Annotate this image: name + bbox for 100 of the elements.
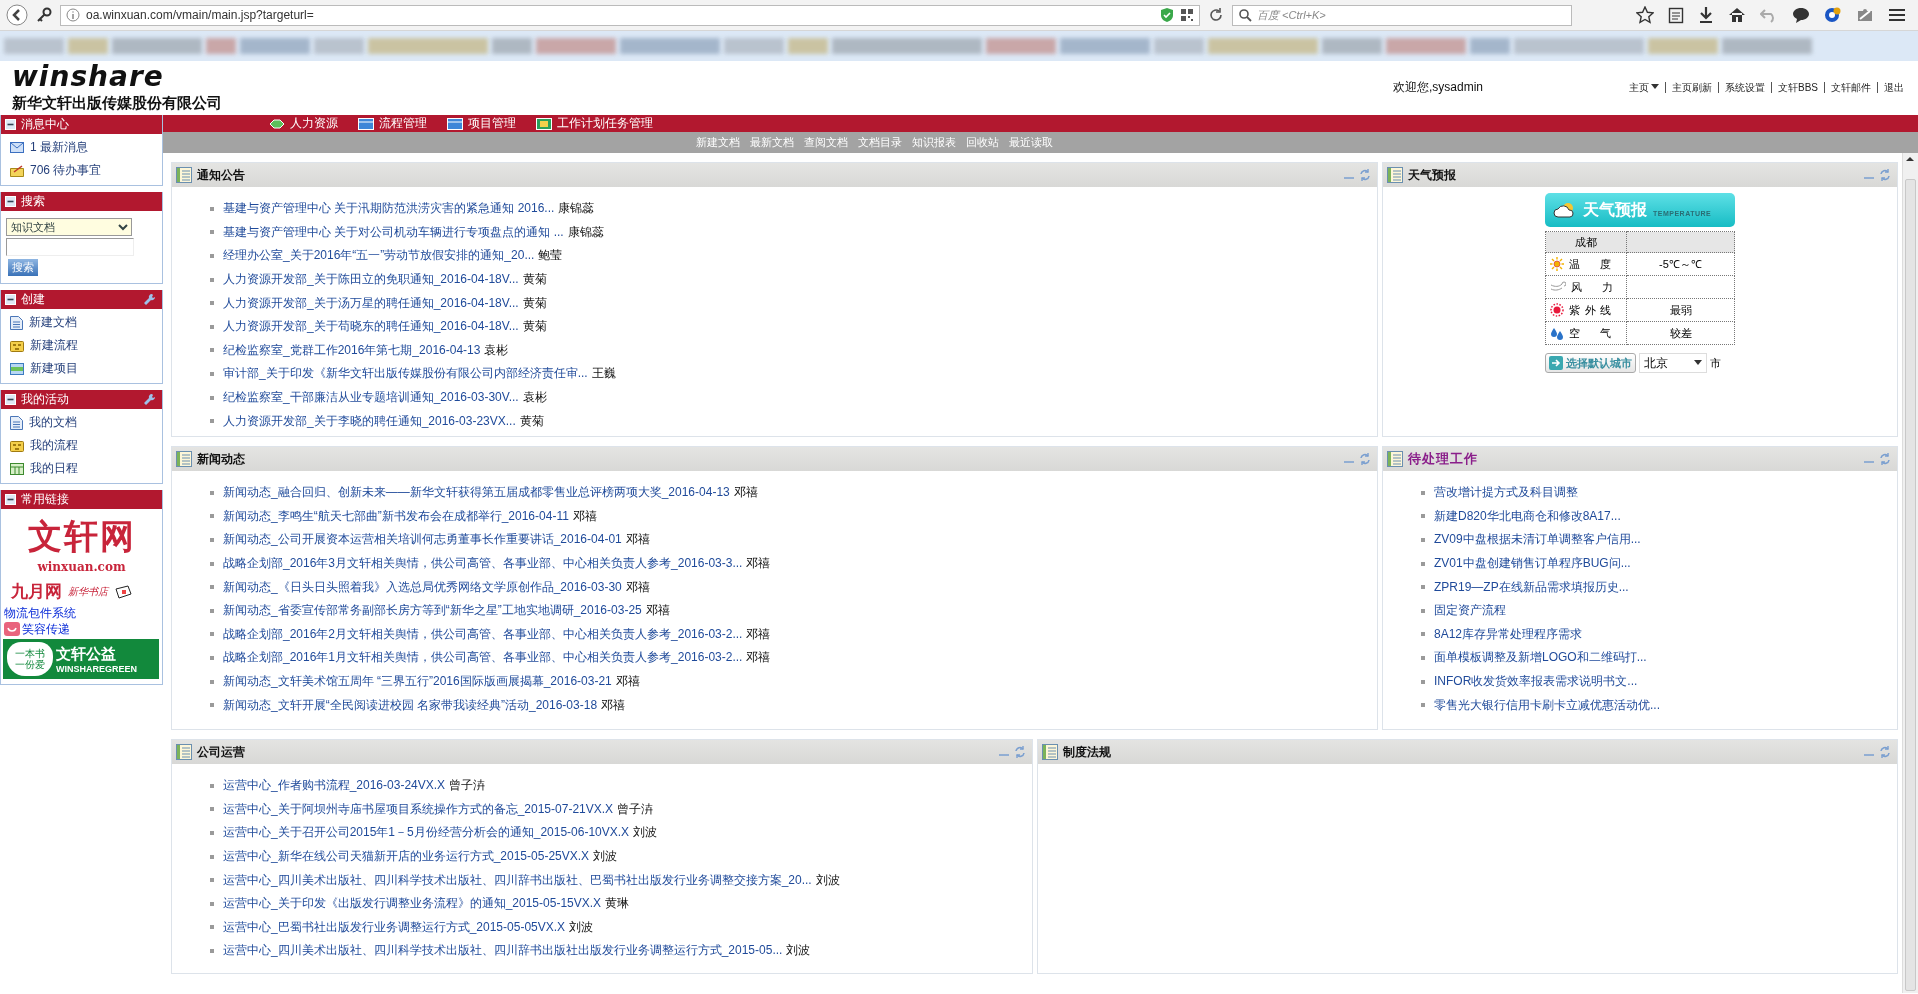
header-link[interactable]: 系统设置 bbox=[1718, 81, 1771, 93]
logo-name[interactable]: 九月网 bbox=[11, 580, 62, 603]
reload-button[interactable] bbox=[1208, 7, 1224, 23]
item-link[interactable]: 运营中心_巴蜀书社出版发行业务调整运行方式_2015-05-05VX.X bbox=[223, 918, 566, 936]
tag-icon bbox=[114, 584, 132, 599]
author-name: 黄菊 bbox=[519, 412, 544, 430]
collapse-icon[interactable] bbox=[5, 196, 16, 207]
nav-tab[interactable]: 工作计划任务管理 bbox=[528, 115, 661, 132]
sidebar-link[interactable]: 新建流程 bbox=[1, 334, 162, 357]
item-link[interactable]: 人力资源开发部_关于陈田立的免职通知_2016-04-18V... bbox=[223, 271, 519, 289]
search-field[interactable]: 百度 <Ctrl+K> bbox=[1232, 4, 1572, 26]
item-link[interactable]: 新建D820华北电商仓和修改8A17... bbox=[1434, 507, 1621, 525]
shield-icon[interactable] bbox=[1160, 7, 1174, 23]
item-link[interactable]: 固定资产流程 bbox=[1434, 602, 1506, 620]
section-header[interactable]: 常用链接 bbox=[1, 490, 162, 509]
winxuan-logo[interactable]: 文轩网 winxuan.com bbox=[1, 511, 162, 574]
menu-icon[interactable] bbox=[1888, 7, 1906, 23]
item-link[interactable]: ZV01中盘创建销售订单程序BUG问... bbox=[1434, 555, 1631, 573]
header-link[interactable]: 主页刷新 bbox=[1665, 81, 1718, 93]
item-link[interactable]: 审计部_关于印发《新华文轩出版传媒股份有限公司内部经济责任审... bbox=[223, 365, 588, 383]
collapse-icon[interactable] bbox=[5, 294, 16, 305]
item-link[interactable]: 新闻动态_《日头日头照着我》入选总局优秀网络文学原创作品_2016-03-30 bbox=[223, 578, 622, 596]
sidebar-link[interactable]: 1 最新消息 bbox=[1, 136, 162, 159]
item-link[interactable]: 运营中心_关于印发《出版发行调整业务流程》的通知_2015-05-15VX.X bbox=[223, 895, 602, 913]
charity-banner[interactable]: 一本书 一份爱 文轩公益 WINSHAREGREEN bbox=[3, 639, 159, 679]
refresh-icon[interactable] bbox=[1879, 746, 1891, 758]
sidebar-link[interactable]: 新建项目 bbox=[1, 357, 162, 380]
home-menu-link[interactable]: 主页 bbox=[1623, 81, 1665, 93]
refresh-icon[interactable] bbox=[1879, 169, 1891, 181]
item-link[interactable]: 新闻动态_李鸣生“航天七部曲”新书发布会在成都举行_2016-04-11 bbox=[223, 507, 569, 525]
address-bar[interactable]: oa.winxuan.com/vmain/main.jsp?targeturl= bbox=[60, 4, 1200, 26]
item-link[interactable]: 新闻动态_省委宣传部常务副部长房方等到“新华之星”工地实地调研_2016-03-25 bbox=[223, 602, 642, 620]
sidebar-link[interactable]: 物流包件系统 bbox=[1, 605, 162, 621]
item-link[interactable]: 新闻动态_融合回归、创新未来——新华文轩获得第五届成都零售业总评榜两项大奖_2016-04-13 bbox=[223, 484, 730, 502]
item-link[interactable]: 运营中心_四川美术出版社、四川科学技术出版社、四川辞书出版社、巴蜀书社出版发行业务调整交接方案_20... bbox=[223, 871, 812, 889]
item-link[interactable]: 战略企划部_2016年1月文轩相关舆情，供公司高管、各事业部、中心相关负责人参考_2016-03-2... bbox=[223, 649, 743, 667]
section-header[interactable]: 创建 bbox=[1, 290, 162, 309]
header-link[interactable]: 退出 bbox=[1877, 81, 1910, 93]
qr-code-icon[interactable] bbox=[1180, 8, 1194, 22]
item-link[interactable]: 营改增计提方式及科目调整 bbox=[1434, 484, 1578, 502]
item-link[interactable]: ZPR19—ZP在线新品需求填报历史... bbox=[1434, 578, 1629, 596]
item-link[interactable]: 运营中心_作者购书流程_2016-03-24VX.X bbox=[223, 777, 446, 795]
item-link[interactable]: 运营中心_关于召开公司2015年1－5月份经营分析会的通知_2015-06-10VX.X bbox=[223, 824, 630, 842]
info-icon[interactable] bbox=[66, 8, 80, 22]
nav-tab[interactable]: 流程管理 bbox=[350, 115, 435, 132]
item-link[interactable]: 战略企划部_2016年2月文轩相关舆情，供公司高管、各事业部、中心相关负责人参考_2016-03-2... bbox=[223, 625, 743, 643]
header-link[interactable]: 文轩BBS bbox=[1771, 81, 1824, 93]
wrench-icon[interactable] bbox=[143, 393, 156, 406]
sidebar-link[interactable]: 706 待办事宜 bbox=[1, 159, 162, 182]
item-link[interactable]: 运营中心_新华在线公司天猫新开店的业务运行方式_2015-05-25VX.X bbox=[223, 848, 590, 866]
header-link[interactable]: 文轩邮件 bbox=[1824, 81, 1877, 93]
item-link[interactable]: 8A12库存异常处理程序需求 bbox=[1434, 625, 1583, 643]
item-link[interactable]: 纪检监察室_干部廉洁从业专题培训通知_2016-03-30V... bbox=[223, 389, 519, 407]
item-link[interactable]: 新闻动态_文轩美术馆五周年 “三界五行”2016国际版画展揭幕_2016-03-21 bbox=[223, 673, 612, 691]
scrollbar-thumb[interactable] bbox=[1905, 179, 1916, 991]
section-header[interactable]: 我的活动 bbox=[1, 390, 162, 409]
collapse-icon[interactable] bbox=[5, 494, 16, 505]
city-select[interactable]: 北京 bbox=[1639, 353, 1707, 373]
category-select[interactable]: 知识文档 bbox=[6, 218, 132, 236]
refresh-icon[interactable] bbox=[1359, 169, 1371, 181]
item-link[interactable]: 零售光大银行信用卡刷卡立减优惠活动优... bbox=[1434, 696, 1660, 714]
refresh-icon[interactable] bbox=[1879, 453, 1891, 465]
nav-tab[interactable]: 人力资源 bbox=[261, 115, 346, 132]
wrench-icon[interactable] bbox=[143, 293, 156, 306]
section-header[interactable]: 消息中心 bbox=[1, 115, 162, 134]
clipboard-icon[interactable] bbox=[1668, 6, 1684, 24]
item-link[interactable]: 运营中心_关于阿坝州寺庙书屋项目系统操作方式的备忘_2015-07-21VX.X bbox=[223, 800, 614, 818]
extension-icon[interactable] bbox=[1824, 6, 1842, 24]
item-link[interactable]: 运营中心_四川美术出版社、四川科学技术出版社、四川辞书出版社出版发行业务调整运行方式_2015-05... bbox=[223, 942, 783, 960]
collapse-icon[interactable] bbox=[5, 119, 16, 130]
item-link[interactable]: 战略企划部_2016年3月文轩相关舆情，供公司高管、各事业部、中心相关负责人参考_2016-03-3... bbox=[223, 555, 743, 573]
download-icon[interactable] bbox=[1698, 6, 1714, 24]
refresh-icon[interactable] bbox=[1359, 453, 1371, 465]
item-link[interactable]: 新闻动态_公司开展资本运营相关培训何志勇董事长作重要讲话_2016-04-01 bbox=[223, 531, 622, 549]
item-link[interactable]: ZV09中盘根据未清订单调整客户信用... bbox=[1434, 531, 1641, 549]
sidebar-link[interactable]: 我的文档 bbox=[1, 411, 162, 434]
back-button[interactable] bbox=[6, 4, 28, 26]
item-link[interactable]: 纪检监察室_党群工作2016年第七期_2016-04-13 bbox=[223, 341, 481, 359]
chat-icon[interactable] bbox=[1792, 7, 1810, 23]
item-link[interactable]: 基建与资产管理中心 关于汛期防范洪涝灾害的紧急通知 2016... bbox=[223, 200, 555, 218]
bookmark-star-icon[interactable] bbox=[1636, 6, 1654, 24]
nav-tab[interactable]: 项目管理 bbox=[439, 115, 524, 132]
search-input[interactable] bbox=[6, 238, 134, 256]
item-link[interactable]: 经理办公室_关于2016年“五一”劳动节放假安排的通知_20... bbox=[223, 247, 535, 265]
item-link[interactable]: INFOR收发货效率报表需求说明书文... bbox=[1434, 673, 1638, 691]
item-link[interactable]: 基建与资产管理中心 关于对公司机动车辆进行专项盘点的通知 ... bbox=[223, 223, 564, 241]
item-link[interactable]: 面单模板调整及新增LOGO和二维码打... bbox=[1434, 649, 1647, 667]
sidebar-link[interactable]: 新建文档 bbox=[1, 311, 162, 334]
refresh-icon[interactable] bbox=[1013, 746, 1026, 758]
item-link[interactable]: 新闻动态_文轩开展“全民阅读进校园 名家带我读经典”活动_2016-03-18 bbox=[223, 696, 598, 714]
item-link[interactable]: 人力资源开发部_关于苟晓东的聘任通知_2016-04-18V... bbox=[223, 318, 519, 336]
sidebar-link[interactable]: 我的流程 bbox=[1, 434, 162, 457]
item-link[interactable]: 人力资源开发部_关于李晓的聘任通知_2016-03-23VX... bbox=[223, 412, 516, 430]
collapse-icon[interactable] bbox=[5, 394, 16, 405]
sidebar-link[interactable]: 笑容传递 bbox=[1, 621, 162, 637]
bookstore-logo[interactable]: 新华书店 bbox=[68, 584, 108, 599]
section-header[interactable]: 搜索 bbox=[1, 192, 162, 211]
sidebar-link[interactable]: 我的日程 bbox=[1, 457, 162, 480]
home-icon[interactable] bbox=[1728, 7, 1746, 23]
item-link[interactable]: 人力资源开发部_关于汤万星的聘任通知_2016-04-18V... bbox=[223, 294, 519, 312]
